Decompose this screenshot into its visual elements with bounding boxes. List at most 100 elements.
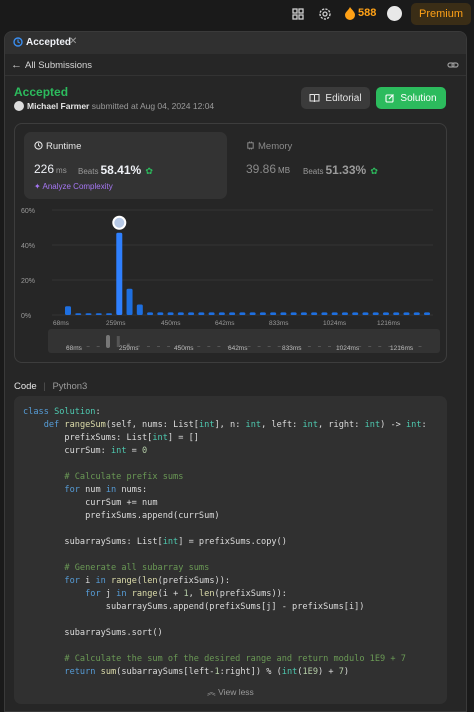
slider-bar: [96, 346, 100, 347]
slider-bar: [267, 346, 271, 347]
analyze-label: Analyze Complexity: [42, 182, 113, 191]
chart-bar: [116, 232, 123, 315]
runtime-beats-label: Beats: [78, 167, 99, 176]
y-tick-label: 0%: [21, 313, 31, 320]
x-tick-label: 450ms: [161, 320, 181, 327]
chart-bar: [239, 312, 246, 315]
leaf-icon: ✿: [370, 166, 378, 176]
y-tick-label: 20%: [21, 278, 35, 285]
chart-bar: [177, 312, 184, 315]
memory-title-text: Memory: [258, 141, 293, 152]
chart-bar: [352, 312, 359, 315]
chip-icon: [247, 141, 254, 150]
x-tick-label: 68ms: [53, 320, 70, 327]
language-label: Python3: [52, 381, 88, 392]
premium-button[interactable]: Premium: [411, 3, 471, 25]
y-tick-label: 40%: [21, 243, 35, 250]
performance-card: Runtime 226 ms Beats 58.41% ✿ ✦ Analyze Co…: [14, 123, 447, 363]
code-header: Code | Python3: [14, 381, 88, 392]
chart-bar: [157, 312, 164, 315]
chart-bar: [249, 312, 256, 315]
solution-button[interactable]: Solution: [376, 87, 446, 109]
history-icon: [13, 37, 23, 47]
analyze-complexity-link[interactable]: ✦ Analyze Complexity: [34, 182, 113, 191]
chart-bar: [290, 312, 297, 315]
all-submissions-link[interactable]: All Submissions: [25, 60, 92, 71]
editorial-button[interactable]: Editorial: [301, 87, 370, 109]
layout-icon[interactable]: [290, 6, 306, 22]
memory-title: Memory: [246, 141, 292, 152]
memory-panel[interactable]: Memory 39.86 MB Beats 51.33% ✿: [236, 132, 439, 199]
runtime-title: Runtime: [34, 141, 81, 152]
chart-bar: [393, 312, 400, 315]
memory-value: 39.86 MB: [246, 162, 290, 176]
author-row: Michael Farmer submitted at Aug 04, 2024…: [14, 101, 214, 111]
runtime-unit: ms: [56, 166, 67, 175]
slider-bar: [327, 346, 331, 347]
slider-tick-label: 1024ms: [336, 345, 360, 352]
chart-bar: [208, 312, 215, 315]
top-bar: 588 Premium: [0, 0, 474, 28]
memory-number: 39.86: [246, 162, 277, 176]
edit-icon: [385, 94, 395, 103]
slider-bar: [217, 346, 221, 347]
runtime-panel[interactable]: Runtime 226 ms Beats 58.41% ✿ ✦ Analyze Co…: [24, 132, 227, 199]
chart-bar: [229, 312, 236, 315]
chart-bar: [167, 312, 174, 315]
slider-handle: [106, 335, 110, 348]
sparkle-icon: ✦: [34, 182, 41, 191]
runtime-beats: Beats 58.41% ✿: [78, 163, 153, 177]
slider-tick-label: 450ms: [174, 345, 194, 352]
chart-bar: [300, 312, 307, 315]
runtime-number: 226: [34, 162, 55, 176]
chart-bar: [311, 312, 318, 315]
chart-bar: [106, 313, 113, 315]
x-tick-label: 833ms: [269, 320, 289, 327]
back-arrow-icon[interactable]: ←: [11, 59, 22, 71]
chart-bar: [136, 304, 143, 315]
chart-bar: [198, 312, 205, 315]
code-label: Code: [14, 381, 37, 392]
x-tick-label: 642ms: [215, 320, 235, 327]
slider-tick-label: 642ms: [228, 345, 248, 352]
streak-count: 588: [358, 7, 377, 19]
runtime-distribution-chart: 60% 40% 20% 0% 68ms 259ms 450ms 642ms 833ms 1024m…: [15, 202, 448, 362]
slider-bar: [378, 346, 382, 347]
slider-bar: [146, 346, 150, 347]
leaf-icon: ✿: [145, 166, 153, 176]
slider-bar: [247, 346, 251, 347]
author-name[interactable]: Michael Farmer: [27, 101, 89, 111]
chart-bar: [218, 312, 225, 315]
tab-accepted[interactable]: Accepted: [26, 37, 71, 48]
x-tick-label: 259ms: [106, 320, 126, 327]
gear-icon[interactable]: [317, 6, 333, 22]
book-icon: [309, 94, 320, 103]
slider-bar: [307, 346, 311, 347]
solution-label: Solution: [400, 92, 437, 104]
chevron-up-icon: ︽: [207, 687, 216, 697]
memory-beats-label: Beats: [303, 167, 324, 176]
code-block: class Solution: def rangeSum(self, nums:…: [14, 396, 447, 704]
slider-bar: [317, 346, 321, 347]
share-link-icon[interactable]: [447, 59, 459, 71]
view-less-button[interactable]: ︽ View less: [14, 686, 447, 698]
chart-bar: [95, 313, 102, 315]
slider-bar: [167, 346, 171, 347]
y-tick-label: 60%: [21, 208, 35, 215]
clock-icon: [34, 141, 43, 150]
runtime-beats-value: 58.41%: [100, 163, 142, 177]
close-icon[interactable]: ✕: [69, 36, 77, 47]
code-text: class Solution: def rangeSum(self, nums:…: [23, 407, 427, 677]
fire-icon: [345, 7, 355, 20]
chart-svg: 60% 40% 20% 0% 68ms 259ms 450ms 642ms 833ms 1024m…: [21, 208, 440, 353]
chart-bar: [75, 313, 82, 315]
avatar[interactable]: [387, 6, 402, 21]
chart-bar: [126, 288, 133, 315]
runtime-value: 226 ms: [34, 162, 67, 176]
slider-bar: [368, 346, 372, 347]
chart-bar: [424, 312, 430, 315]
chart-bar: [270, 312, 277, 315]
x-tick-label: 1024ms: [323, 320, 347, 327]
author-avatar[interactable]: [14, 101, 24, 111]
chart-bar: [331, 312, 338, 315]
